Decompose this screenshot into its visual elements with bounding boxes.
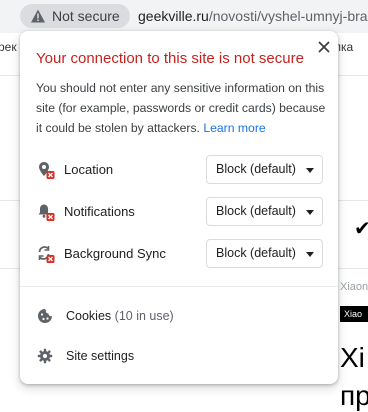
- security-chip[interactable]: Not secure: [20, 4, 130, 28]
- site-settings-label: Site settings: [66, 349, 135, 363]
- cookie-icon: [38, 309, 52, 323]
- site-info-popup: Your connection to this site is not secu…: [20, 31, 338, 384]
- page-badge: Xiao: [340, 306, 368, 322]
- security-label: Not secure: [52, 8, 120, 24]
- description-text: You should not enter any sensitive infor…: [36, 81, 326, 135]
- page-text-fragment-xiaomi: Xiaon: [340, 281, 368, 293]
- dropdown-caret-icon: [306, 210, 314, 215]
- learn-more-link[interactable]: Learn more: [203, 121, 265, 135]
- select-value: Block (default): [216, 246, 296, 260]
- url-field[interactable]: geekville.ru/novosti/vyshel-umnyj-bra: [138, 8, 368, 24]
- permission-row-background-sync: Background Sync Block (default): [20, 239, 338, 269]
- location-permission-select[interactable]: Block (default): [206, 155, 323, 184]
- notifications-permission-select[interactable]: Block (default): [206, 197, 323, 226]
- page-headline-fragment: Xi: [340, 342, 365, 373]
- close-button[interactable]: [314, 37, 334, 57]
- site-settings-row[interactable]: Site settings: [20, 339, 338, 373]
- background-sync-permission-select[interactable]: Block (default): [206, 239, 323, 268]
- close-icon: [318, 41, 330, 53]
- url-domain: geekville.ru: [138, 8, 209, 24]
- notifications-blocked-icon: [38, 204, 55, 221]
- warning-icon: [31, 9, 45, 23]
- cookies-text: Cookies: [66, 309, 112, 323]
- page-text-fragment-left: рек: [0, 40, 17, 54]
- select-value: Block (default): [216, 204, 296, 218]
- page-headline-fragment-2: пр: [340, 380, 368, 411]
- url-path: /novosti/vyshel-umnyj-bra: [208, 8, 368, 24]
- gear-icon: [37, 348, 53, 364]
- dropdown-caret-icon: [306, 168, 314, 173]
- location-blocked-icon: [39, 162, 55, 179]
- popup-title: Your connection to this site is not secu…: [36, 50, 304, 67]
- cookies-label: Cookies (10 in use): [66, 309, 174, 323]
- permission-label: Notifications: [64, 204, 135, 219]
- permission-label: Background Sync: [64, 246, 166, 261]
- address-bar: Not secure geekville.ru/novosti/vyshel-u…: [0, 0, 368, 33]
- permission-row-location: Location Block (default): [20, 155, 338, 185]
- sync-blocked-icon: [38, 246, 55, 263]
- permission-row-notifications: Notifications Block (default): [20, 197, 338, 227]
- dropdown-caret-icon: [306, 252, 314, 257]
- permission-label: Location: [64, 162, 114, 177]
- cookies-count: (10 in use): [114, 309, 174, 323]
- page-logo-fragment: ✔: [354, 218, 368, 240]
- select-value: Block (default): [216, 162, 296, 176]
- popup-description: You should not enter any sensitive infor…: [36, 78, 326, 138]
- cookies-row[interactable]: Cookies (10 in use): [20, 299, 338, 333]
- popup-divider: [20, 286, 338, 287]
